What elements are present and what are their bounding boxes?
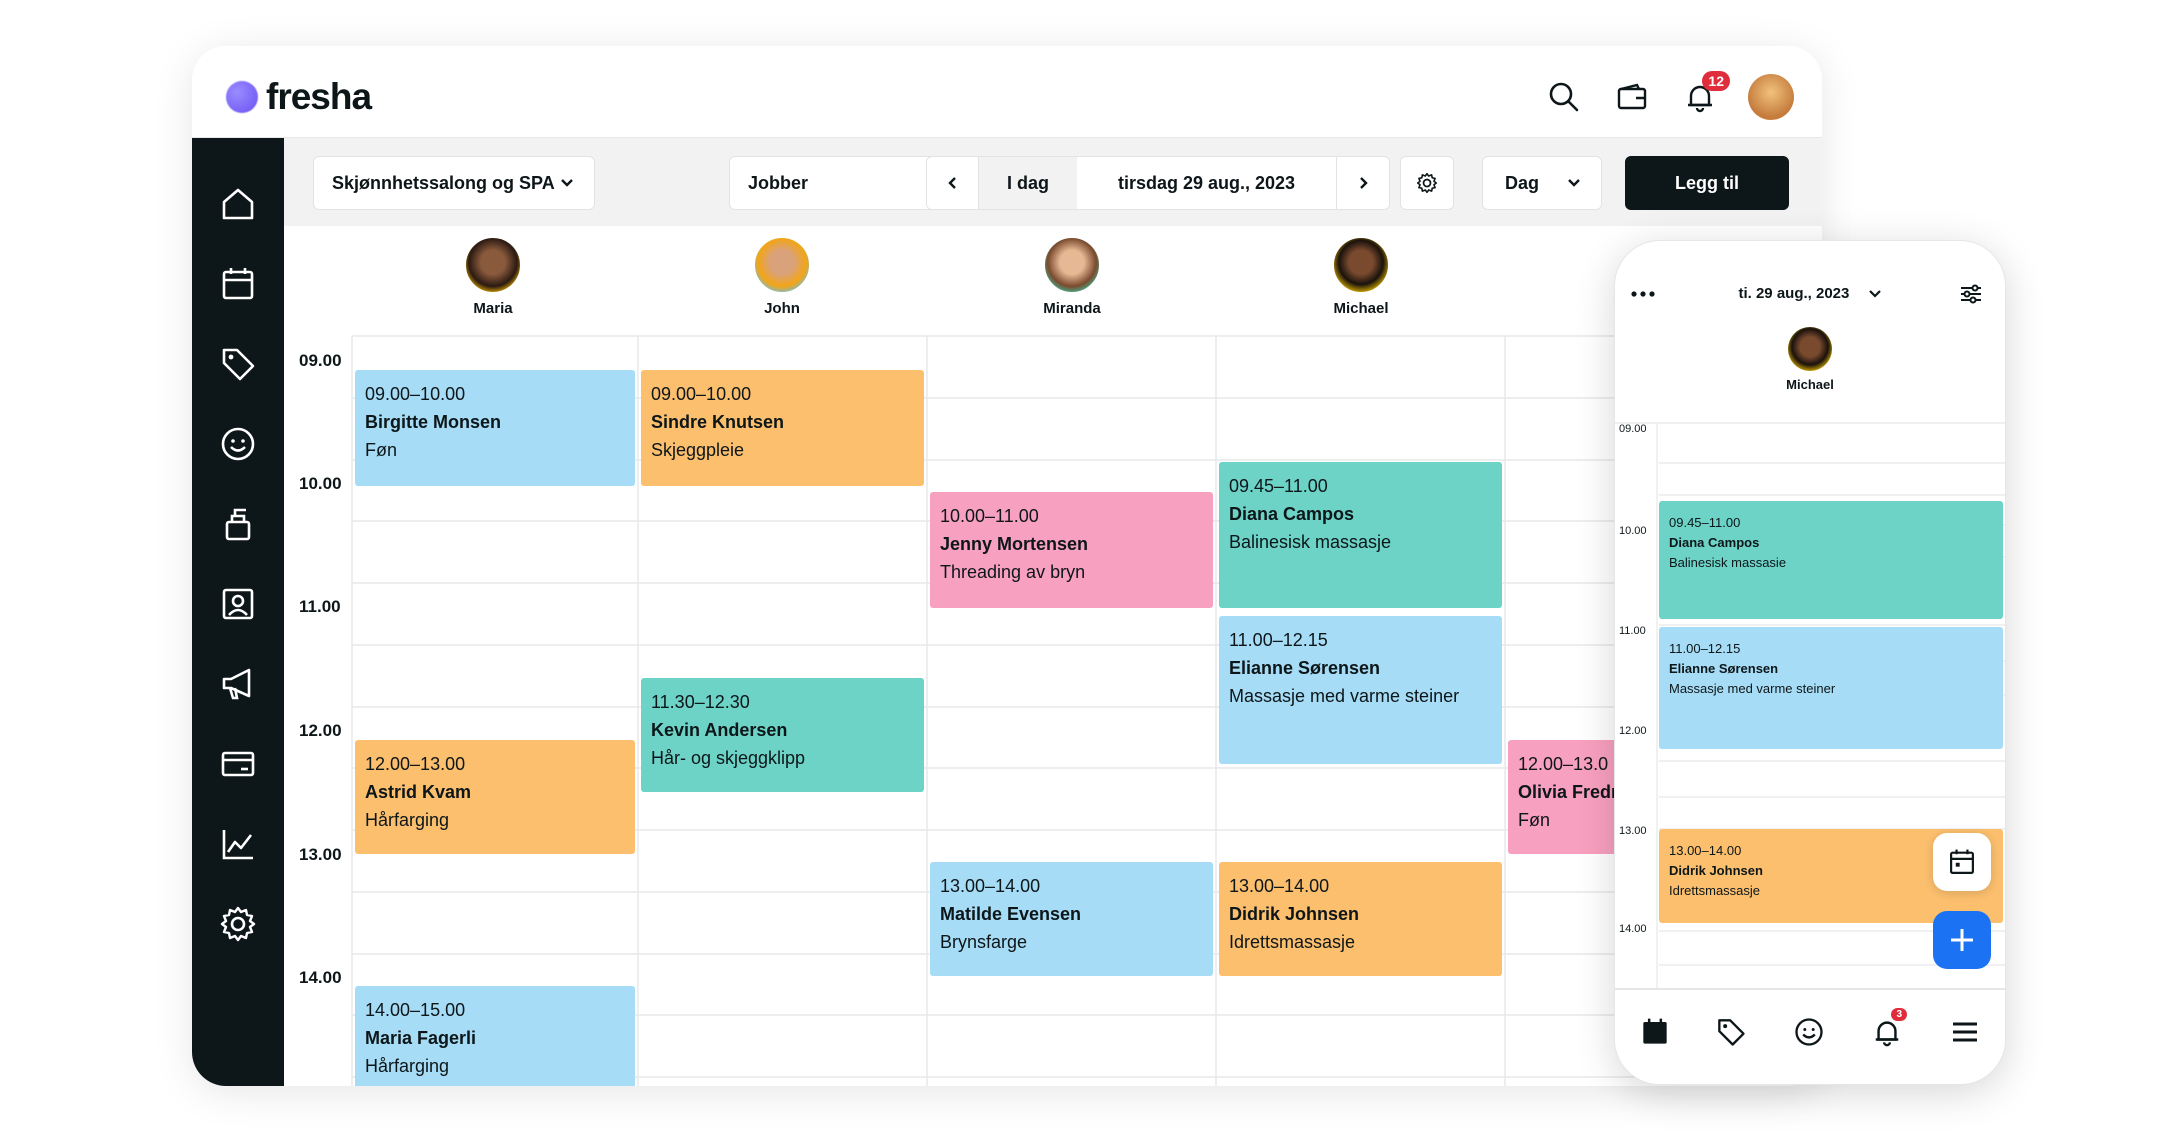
- appointment-client: Matilde Evensen: [940, 904, 1082, 924]
- staff-name: Maria: [473, 300, 513, 317]
- appointment[interactable]: 11.00–12.15 Elianne Sørensen Massasje me…: [1219, 616, 1502, 764]
- menu-icon[interactable]: [1945, 1012, 1985, 1052]
- time-label: 09.00: [299, 351, 342, 370]
- mobile-time-label: 10.00: [1619, 525, 1647, 537]
- appointment-service: Skjeggpleie: [651, 440, 745, 460]
- appointment[interactable]: 09.00–10.00 Sindre Knutsen Skjeggpleie: [641, 370, 924, 486]
- mobile-time-label: 14.00: [1619, 923, 1647, 935]
- calendar-icon: [1950, 849, 1974, 874]
- mobile-appointment[interactable]: 11.00–12.15 Elianne Sørensen Massasje me…: [1659, 627, 2003, 749]
- time-label: 14.00: [299, 968, 342, 987]
- appointment-time: 13.00–14.00: [1229, 876, 1330, 896]
- appointment-service: Hårfarging: [365, 1056, 450, 1076]
- appointment[interactable]: 13.00–14.00 Matilde Evensen Brynsfarge: [930, 862, 1213, 976]
- appointment-time: 09.00–10.00: [365, 384, 466, 404]
- appointment-client: Astrid Kvam: [365, 782, 472, 802]
- staff-column-john[interactable]: John: [722, 236, 842, 317]
- appointment-time: 09.00–10.00: [651, 384, 752, 404]
- time-label: 11.00: [299, 597, 341, 616]
- add-appointment-fab[interactable]: [1933, 911, 1991, 969]
- smiley-icon[interactable]: [1789, 1012, 1829, 1052]
- appointment-time: 11.30–12.30: [651, 692, 750, 712]
- appointment-service: Threading av bryn: [940, 562, 1086, 582]
- appointment-client: Kevin Andersen: [651, 720, 788, 740]
- appointment[interactable]: 09.45–11.00 Diana Campos Balinesisk mass…: [1219, 462, 1502, 608]
- staff-name: Michael: [1333, 300, 1389, 317]
- appointment-time: 12.00–13.00: [365, 754, 466, 774]
- staff-column-maria[interactable]: Maria: [433, 236, 553, 317]
- appointment-client: Jenny Mortensen: [940, 534, 1089, 554]
- mobile-bottom-nav: 3: [1615, 988, 2005, 1084]
- calendar-icon[interactable]: [1635, 1012, 1675, 1052]
- staff-avatar: [1332, 236, 1390, 294]
- appointment[interactable]: 11.30–12.30 Kevin Andersen Hår- og skjeg…: [641, 678, 924, 792]
- appointment-time: 09.45–11.00: [1229, 476, 1328, 496]
- appointment-client: Diana Campos: [1229, 504, 1355, 524]
- appointment-service: Hårfarging: [365, 810, 450, 830]
- appointment-time: 10.00–11.00: [940, 506, 1039, 526]
- notifications-icon[interactable]: 3: [1867, 1008, 1907, 1052]
- appointment-client: Didrik Johnsen: [1229, 904, 1360, 924]
- appointment-service: Massasje med varme steiner: [1669, 681, 1836, 696]
- mobile-time-label: 13.00: [1619, 825, 1647, 837]
- staff-avatar: [464, 236, 522, 294]
- appointment-service: Brynsfarge: [940, 932, 1028, 952]
- appointment-service: Balinesisk massasie: [1669, 555, 1787, 570]
- appointment-client: Diana Campos: [1669, 535, 1760, 550]
- appointment-client: Sindre Knutsen: [651, 412, 785, 432]
- mobile-time-label: 09.00: [1619, 423, 1647, 435]
- notification-badge: 3: [1891, 1008, 1907, 1021]
- tag-icon[interactable]: [1711, 1012, 1751, 1052]
- staff-name: John: [764, 300, 800, 317]
- plus-icon: [1951, 929, 1973, 951]
- appointment-service: Føn: [365, 440, 398, 460]
- appointment-client: Elianne Sørensen: [1669, 661, 1779, 676]
- appointment-time: 14.00–15.00: [365, 1000, 466, 1020]
- mobile-time-label: 11.00: [1619, 625, 1646, 637]
- time-label: 10.00: [299, 474, 342, 493]
- appointment-client: Elianne Sørensen: [1229, 658, 1381, 678]
- staff-avatar: [753, 236, 811, 294]
- appointment-time: 13.00–14.00: [940, 876, 1041, 896]
- staff-name: Miranda: [1043, 300, 1101, 317]
- mobile-time-label: 12.00: [1619, 725, 1647, 737]
- appointment-service: Massasje med varme steiner: [1229, 686, 1460, 706]
- time-label: 12.00: [299, 721, 342, 740]
- appointment-service: Balinesisk massasje: [1229, 532, 1392, 552]
- appointment-time: 11.00–12.15: [1669, 641, 1741, 656]
- appointment[interactable]: 13.00–14.00 Didrik Johnsen Idrettsmassas…: [1219, 862, 1502, 976]
- staff-column-miranda[interactable]: Miranda: [1012, 236, 1132, 317]
- appointment-service: Hår- og skjeggklipp: [651, 748, 806, 768]
- calendar-quick-button[interactable]: [1933, 833, 1991, 891]
- mobile-appointment[interactable]: 09.45–11.00 Diana Campos Balinesisk mass…: [1659, 501, 2003, 619]
- mobile-preview: ti. 29 aug., 2023 Michael 09.00 10.00 11…: [1614, 240, 2006, 1085]
- appointment[interactable]: 14.00–15.00 Maria Fagerli Hårfarging: [355, 986, 635, 1086]
- staff-column-michael[interactable]: Michael: [1301, 236, 1421, 317]
- desktop-window: fresha 12 Skjønnhetssalong og SPA Jobber…: [192, 46, 1822, 1086]
- staff-avatar: [1043, 236, 1101, 294]
- appointment[interactable]: 12.00–13.00 Astrid Kvam Hårfarging: [355, 740, 635, 854]
- appointment-service: Idrettsmassasje: [1229, 932, 1356, 952]
- appointment[interactable]: 09.00–10.00 Birgitte Monsen Føn: [355, 370, 635, 486]
- appointment-time: 11.00–12.15: [1229, 630, 1328, 650]
- appointment-client: Birgitte Monsen: [365, 412, 502, 432]
- time-label: 13.00: [299, 845, 342, 864]
- appointment-client: Maria Fagerli: [365, 1028, 477, 1048]
- appointment-time: 09.45–11.00: [1669, 515, 1741, 530]
- appointment[interactable]: 10.00–11.00 Jenny Mortensen Threading av…: [930, 492, 1213, 608]
